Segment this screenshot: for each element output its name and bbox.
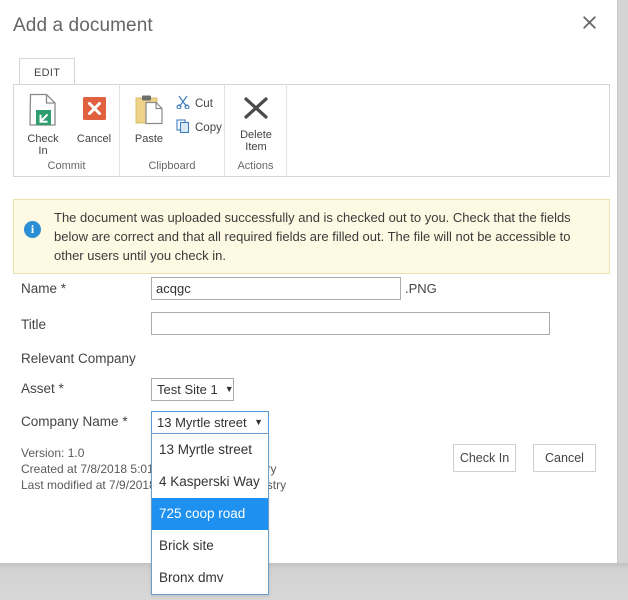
info-icon: i [24, 221, 41, 238]
name-field-label: Name * [21, 281, 66, 296]
company-name-field-label: Company Name * [21, 414, 128, 429]
add-document-dialog: Add a document EDIT Check In Cancel Comm… [0, 0, 618, 563]
company-name-select[interactable]: 13 Myrtle street ▼ [151, 411, 269, 434]
name-extension-label: .PNG [405, 281, 437, 296]
chevron-down-icon: ▼ [254, 417, 263, 427]
created-line-text: Created at 7/8/2018 5:01 [21, 462, 154, 476]
copy-label: Copy [195, 121, 222, 134]
ribbon-group-commit: Check In Cancel Commit [14, 85, 120, 176]
name-required-marker: * [60, 281, 67, 296]
tab-edit[interactable]: EDIT [19, 58, 76, 85]
cut-icon [176, 95, 190, 112]
modified-line-text: Last modified at 7/9/2018 [21, 478, 156, 492]
name-label-text: Name [21, 281, 58, 296]
cancel-ribbon-button[interactable]: Cancel [72, 93, 116, 145]
cancel-ribbon-label: Cancel [76, 133, 112, 145]
asset-select-value: Test Site 1 [157, 382, 218, 397]
title-field-label: Title [21, 317, 47, 332]
delete-item-label-line2: Item [245, 141, 267, 153]
paste-icon [134, 95, 164, 130]
delete-item-label-line1: Delete [240, 129, 272, 141]
check-in-label-line2: In [38, 145, 48, 157]
notification-text: The document was uploaded successfully a… [54, 210, 571, 263]
list-item[interactable]: 13 Myrtle street [152, 434, 268, 466]
check-in-icon [28, 93, 58, 130]
delete-item-icon [241, 97, 271, 126]
list-item[interactable]: Bronx dmv [152, 562, 268, 594]
name-input[interactable] [151, 277, 401, 300]
close-icon[interactable] [577, 10, 601, 34]
cancel-icon [79, 97, 109, 130]
cut-button[interactable]: Cut [176, 95, 213, 112]
copy-icon [176, 119, 190, 136]
list-item[interactable]: Brick site [152, 530, 268, 562]
check-in-button-footer[interactable]: Check In [453, 444, 516, 472]
ribbon-group-label-clipboard: Clipboard [148, 160, 196, 172]
company-name-select-value: 13 Myrtle street [157, 415, 247, 430]
ribbon-tab-strip: EDIT [19, 57, 76, 85]
ribbon-body: Check In Cancel Commit Paste Cut Copy Cl… [13, 84, 610, 177]
asset-label-text: Asset [21, 381, 55, 396]
ribbon-group-clipboard: Paste Cut Copy Clipboard [120, 85, 225, 176]
status-notification: i The document was uploaded successfully… [13, 199, 610, 274]
paste-button[interactable]: Paste [126, 93, 172, 145]
list-item[interactable]: 4 Kasperski Way [152, 466, 268, 498]
asset-select[interactable]: Test Site 1 ▼ [151, 378, 234, 401]
page-background [0, 563, 628, 600]
check-in-label-line1: Check [27, 133, 59, 145]
chevron-down-icon: ▼ [224, 384, 234, 394]
title-input[interactable] [151, 312, 550, 335]
paste-label: Paste [134, 133, 164, 145]
page-title: Add a document [13, 15, 153, 36]
asset-required-marker: * [58, 381, 64, 396]
ribbon-group-label-actions: Actions [237, 160, 274, 172]
cancel-button-footer[interactable]: Cancel [533, 444, 596, 472]
asset-field-label: Asset * [21, 381, 64, 396]
list-item[interactable]: 725 coop road [152, 498, 268, 530]
copy-button[interactable]: Copy [176, 119, 222, 136]
cut-label: Cut [195, 97, 213, 110]
check-in-button[interactable]: Check In [20, 93, 66, 157]
company-name-label-text: Company Name [21, 414, 119, 429]
delete-item-button[interactable]: Delete Item [230, 93, 282, 153]
ribbon-group-actions: Delete Item Actions [225, 85, 287, 176]
ribbon-group-label-commit: Commit [47, 160, 86, 172]
company-name-dropdown-list[interactable]: 13 Myrtle street 4 Kasperski Way 725 coo… [151, 433, 269, 595]
company-name-required-marker: * [122, 414, 128, 429]
relevant-company-label: Relevant Company [21, 351, 136, 366]
